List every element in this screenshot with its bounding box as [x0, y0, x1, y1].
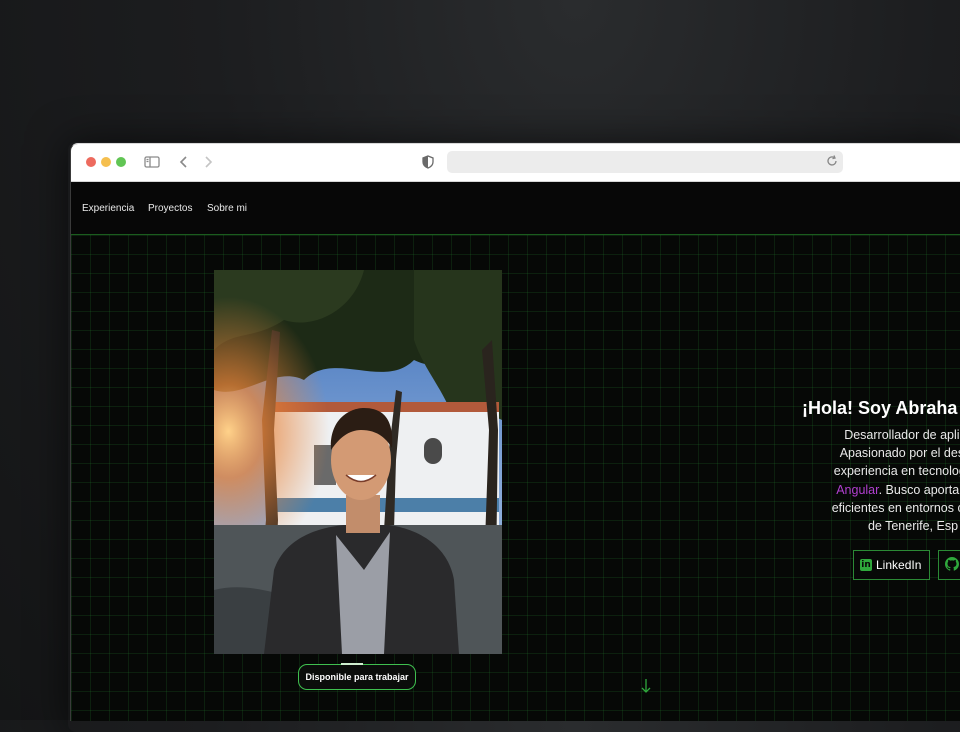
browser-toolbar: [71, 144, 960, 182]
shield-icon[interactable]: [419, 153, 437, 171]
profile-photo: [214, 270, 502, 654]
hero-title: ¡Hola! Soy Abraha: [802, 398, 958, 418]
nav-link-proyectos[interactable]: Proyectos: [148, 203, 192, 214]
github-icon: [945, 556, 959, 574]
close-window-button[interactable]: [86, 157, 96, 167]
linkedin-label: LinkedIn: [876, 558, 922, 572]
status-badge: Disponible para trabajar: [298, 663, 416, 690]
address-bar[interactable]: [447, 151, 843, 173]
nav-link-experiencia[interactable]: Experiencia: [82, 203, 134, 214]
nav-link-sobre-mi[interactable]: Sobre mi: [207, 203, 247, 214]
hero-line-3: experiencia en tecnologías c: [833, 464, 960, 479]
hero-line-1: Desarrollador de aplicaci: [844, 428, 960, 442]
hero-line-5: eficientes en entornos colabo: [831, 500, 960, 515]
sidebar-icon[interactable]: [143, 153, 161, 171]
forward-arrow-icon[interactable]: [199, 153, 217, 171]
hero-line-4: Angular. Busco aportar solu: [783, 481, 960, 499]
back-arrow-icon[interactable]: [175, 153, 193, 171]
reload-icon[interactable]: [825, 154, 839, 168]
site-navbar: Experiencia Proyectos Sobre mi: [71, 182, 960, 235]
hero-line-4-rest: . Busco aportar solu: [878, 482, 960, 497]
hero-section: Disponible para trabajar ¡Hola! Soy Abra…: [71, 235, 960, 721]
minimize-window-button[interactable]: [101, 157, 111, 167]
linkedin-button[interactable]: in LinkedIn: [853, 550, 930, 580]
browser-window: Experiencia Proyectos Sobre mi Disponibl…: [70, 143, 960, 721]
maximize-window-button[interactable]: [116, 157, 126, 167]
hero-line-6: de Tenerife, Esp: [867, 519, 959, 534]
hero-line-2: Apasionado por el desarro: [839, 446, 960, 461]
down-arrow-icon[interactable]: [639, 677, 653, 695]
github-button[interactable]: [938, 550, 960, 580]
linkedin-icon: in: [860, 559, 872, 571]
angular-highlight: Angular: [836, 482, 879, 497]
hero-description: Desarrollador de aplicaci Apasionado por…: [783, 426, 960, 535]
